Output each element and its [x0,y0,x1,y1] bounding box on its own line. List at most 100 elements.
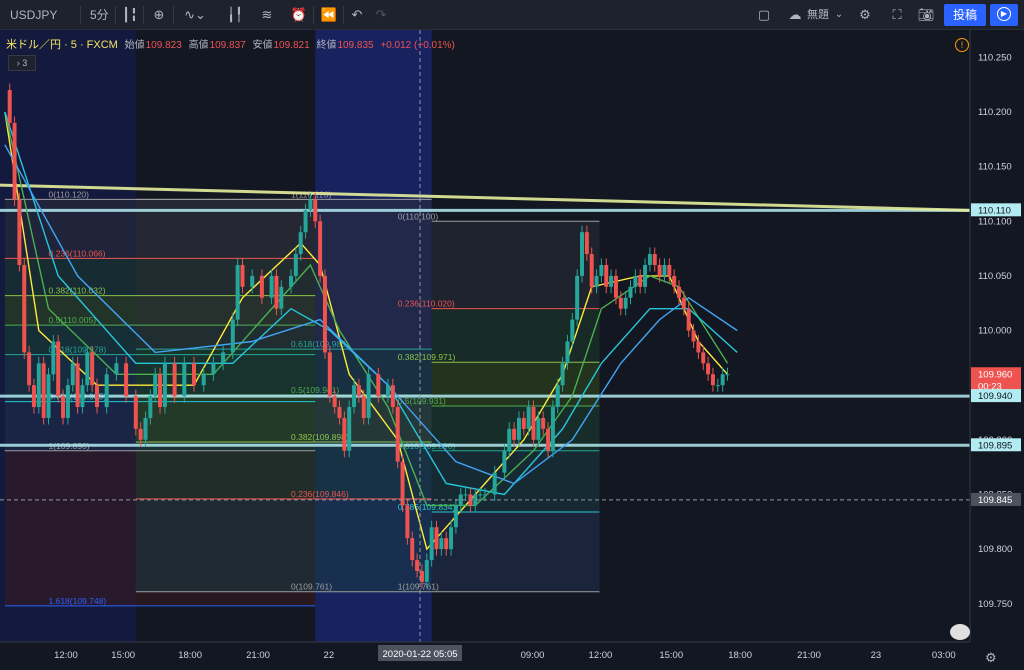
candle-body [303,210,308,233]
fullscreen-icon[interactable]: ⛶ [886,4,908,26]
alert-icon[interactable]: ⏰ [288,4,310,26]
candle-body [322,275,327,353]
candle-body [313,199,318,222]
redo-icon[interactable]: ↷ [372,4,390,26]
candle-body [613,275,618,298]
candle-body [80,385,85,408]
candle-body [148,396,153,418]
candle-body [686,308,691,331]
cloud-icon[interactable]: ☁ [784,4,806,26]
candle-body [342,417,347,451]
candle-body [478,494,483,496]
candle-body [182,363,187,397]
symbol-search[interactable]: USDJPY [10,0,57,30]
candle-body [570,319,575,342]
candle-body [308,199,313,211]
candle-body [250,275,255,287]
candle-body [400,461,405,506]
warning-icon[interactable]: ! [955,38,969,52]
candle-body [17,199,22,265]
undo-icon[interactable]: ↶ [348,4,366,26]
candle-body [594,275,599,287]
candle-body [61,396,66,418]
candle-body [405,505,410,539]
bar-chart-icon[interactable]: ╽╿ [224,4,246,26]
candle-body [192,363,196,386]
candles-icon[interactable]: ┃╏ [120,4,140,26]
fib-icon[interactable]: ≋ [256,4,278,26]
candle-body [318,221,323,276]
candle-body [706,363,711,375]
candle-body [274,275,279,309]
candle-body [555,385,560,408]
fib-zones [0,30,600,642]
toolbar-divider [343,6,344,24]
top-toolbar: USDJPY 5分 ┃╏ ⊕ ∿⌄ ╽╿ ≋ ⏰ ⏪ ↶ ↷ ▢ ☁ 無題 ⌄ … [0,0,1024,30]
indicator-icon[interactable]: ∿⌄ [180,4,210,26]
fib-zone [431,362,600,406]
candle-body [429,527,434,561]
candle-body [153,374,158,397]
axis-settings-gear-icon[interactable]: ⚙ [985,650,997,666]
time-tick-label: 18:00 [728,650,752,661]
candle-body [575,275,580,320]
candle-body [36,363,41,408]
high-label: 高値 [188,40,209,51]
price-tick-label: 109.800 [978,544,1012,555]
candle-body [51,341,56,375]
candle-body [376,374,381,397]
time-tick-label: 12:00 [54,650,78,661]
candle-body [512,428,517,440]
candle-body [75,363,80,408]
candle-body [361,396,366,418]
candle-body [667,264,672,276]
candle-body [386,385,390,397]
candle-body [172,363,177,397]
chevron-down-icon[interactable]: ⌄ [832,4,846,26]
price-chart[interactable]: 0(110.120) 0.236(110.066) 0.382(110.032) 0.… [0,30,1024,670]
fib-level-label: 0.382(109.898) [291,432,349,442]
autosave-title[interactable]: 無題 [807,0,829,30]
square-icon[interactable]: ▢ [754,4,774,26]
candle-body [550,407,555,451]
candle-body [444,538,449,550]
candle-body [347,407,352,451]
price-axis-tag-label: 109.960 [978,369,1012,380]
candle-body [419,570,424,582]
price-tick-label: 110.150 [978,162,1012,173]
time-tick-label: 21:00 [797,650,821,661]
candle-body [279,286,284,309]
play-icon: ▶ [997,7,1011,21]
time-tick-label: 09:00 [521,650,545,661]
fib-zone [135,199,432,350]
candle-body [7,90,12,123]
price-axis-tag-label: 110.110 [978,205,1011,216]
candle-body [672,275,677,287]
plus-circle-icon[interactable]: ⊕ [148,4,170,26]
candle-body [390,385,395,408]
candle-body [410,538,415,561]
interval-selector[interactable]: 5分 [90,0,109,30]
time-tick-label: 23 [871,650,882,661]
candle-body [691,330,696,342]
open-value: 109.823 [145,40,182,51]
gear-icon[interactable]: ⚙ [854,4,876,26]
candle-body [211,363,216,375]
candle-body [492,472,497,495]
toolbar-divider [173,6,174,24]
price-tick-label: 110.100 [978,216,1012,227]
price-tick-label: 110.000 [978,326,1012,337]
collapse-indicators-button[interactable]: › 3 [8,55,36,71]
post-button[interactable]: 投稿 [944,4,986,26]
candle-body [395,407,400,462]
play-button[interactable]: ▶ [990,4,1018,26]
time-tick-label: 15:00 [659,650,683,661]
candle-body [332,396,337,408]
candle-body [85,352,90,386]
candle-body [589,254,594,287]
replay-icon[interactable]: ⏪ [318,4,340,26]
candle-body [158,374,163,408]
camera-icon[interactable]: 📷︎ [914,4,938,26]
candle-body [65,385,70,418]
fib-level-label: 0.236(110.020) [398,299,455,309]
